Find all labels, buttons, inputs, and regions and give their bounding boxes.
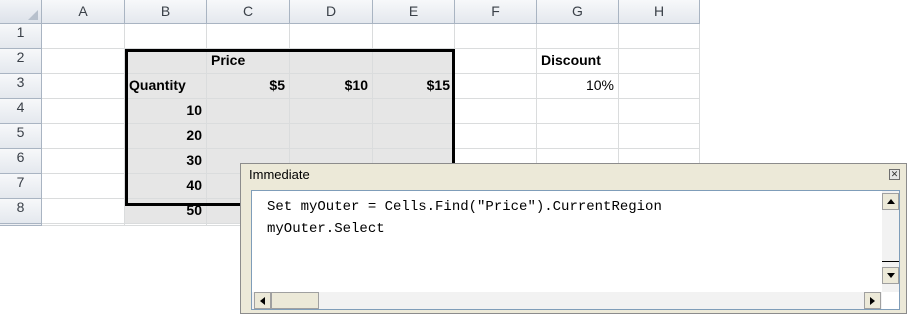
close-icon[interactable]: ✕: [889, 169, 900, 180]
cell-f3[interactable]: [455, 74, 537, 99]
cell-h5[interactable]: [619, 124, 700, 149]
cell-c4[interactable]: [207, 99, 290, 124]
cell-a3[interactable]: [42, 74, 125, 99]
cell-g5[interactable]: [537, 124, 619, 149]
cell-d1[interactable]: [290, 24, 373, 49]
scroll-down-button[interactable]: [882, 267, 899, 284]
cell-a6[interactable]: [42, 149, 125, 174]
cell-a1[interactable]: [42, 24, 125, 49]
cell-d3[interactable]: $10: [290, 74, 373, 99]
cell-e4[interactable]: [373, 99, 455, 124]
cell-f4[interactable]: [455, 99, 537, 124]
cell-h4[interactable]: [619, 99, 700, 124]
select-all-corner[interactable]: [0, 0, 42, 24]
cell-b2[interactable]: [125, 49, 207, 74]
cell-a7[interactable]: [42, 174, 125, 199]
cell-e1[interactable]: [373, 24, 455, 49]
column-header-c[interactable]: C: [207, 0, 290, 24]
cell-b7[interactable]: 40: [125, 174, 207, 199]
arrow-up-icon: [886, 199, 895, 204]
cell-e2[interactable]: [373, 49, 455, 74]
cell-b4[interactable]: 10: [125, 99, 207, 124]
immediate-window-title: Immediate: [241, 164, 906, 186]
cell-d2[interactable]: [290, 49, 373, 74]
code-line-1: Set myOuter = Cells.Find("Price").Curren…: [267, 199, 662, 215]
column-header-h[interactable]: H: [619, 0, 700, 24]
column-header-g[interactable]: G: [537, 0, 619, 24]
cell-c5[interactable]: [207, 124, 290, 149]
arrow-right-icon: [870, 296, 875, 305]
cell-c3[interactable]: $5: [207, 74, 290, 99]
row-header-2[interactable]: 2: [0, 49, 42, 74]
cell-a8[interactable]: [42, 199, 125, 224]
cell-b3[interactable]: Quantity: [125, 74, 207, 99]
cell-g1[interactable]: [537, 24, 619, 49]
row-header-1[interactable]: 1: [0, 24, 42, 49]
cell-h1[interactable]: [619, 24, 700, 49]
horizontal-scroll-thumb[interactable]: [271, 292, 319, 309]
select-all-icon: [28, 10, 38, 20]
code-line-2: myOuter.Select: [267, 221, 385, 237]
cell-c2[interactable]: Price: [207, 49, 290, 74]
cell-f2[interactable]: [455, 49, 537, 74]
cell-h2[interactable]: [619, 49, 700, 74]
cell-f5[interactable]: [455, 124, 537, 149]
row-header-4[interactable]: 4: [0, 99, 42, 124]
immediate-code-area[interactable]: Set myOuter = Cells.Find("Price").Curren…: [251, 190, 900, 310]
column-header-f[interactable]: F: [455, 0, 537, 24]
cell-f1[interactable]: [455, 24, 537, 49]
cell-h3[interactable]: [619, 74, 700, 99]
cell-d4[interactable]: [290, 99, 373, 124]
scroll-right-button[interactable]: [864, 292, 881, 309]
scroll-left-button[interactable]: [254, 292, 271, 309]
row-header-5[interactable]: 5: [0, 124, 42, 149]
cell-b5[interactable]: 20: [125, 124, 207, 149]
column-header-e[interactable]: E: [373, 0, 455, 24]
cell-g2[interactable]: Discount: [537, 49, 619, 74]
cell-c1[interactable]: [207, 24, 290, 49]
cell-b9[interactable]: [125, 224, 207, 226]
row-header-7[interactable]: 7: [0, 174, 42, 199]
splitter[interactable]: [882, 261, 899, 262]
immediate-window[interactable]: Immediate ✕ Set myOuter = Cells.Find("Pr…: [240, 163, 907, 314]
cell-a4[interactable]: [42, 99, 125, 124]
cell-a9[interactable]: [42, 224, 125, 226]
cell-b8[interactable]: 50: [125, 199, 207, 224]
horizontal-scrollbar[interactable]: [252, 292, 882, 309]
arrow-down-icon: [886, 273, 895, 278]
cell-a2[interactable]: [42, 49, 125, 74]
cell-e3[interactable]: $15: [373, 74, 455, 99]
row-header-8[interactable]: 8: [0, 199, 42, 224]
cell-g3[interactable]: 10%: [537, 74, 619, 99]
cell-g4[interactable]: [537, 99, 619, 124]
scroll-up-button[interactable]: [882, 193, 899, 210]
row-header-9[interactable]: 9: [0, 224, 42, 226]
column-header-b[interactable]: B: [125, 0, 207, 24]
cell-e5[interactable]: [373, 124, 455, 149]
cell-b6[interactable]: 30: [125, 149, 207, 174]
arrow-left-icon: [260, 296, 265, 305]
cell-b1[interactable]: [125, 24, 207, 49]
column-header-d[interactable]: D: [290, 0, 373, 24]
cell-a5[interactable]: [42, 124, 125, 149]
column-header-a[interactable]: A: [42, 0, 125, 24]
row-header-3[interactable]: 3: [0, 74, 42, 99]
row-header-6[interactable]: 6: [0, 149, 42, 174]
cell-d5[interactable]: [290, 124, 373, 149]
